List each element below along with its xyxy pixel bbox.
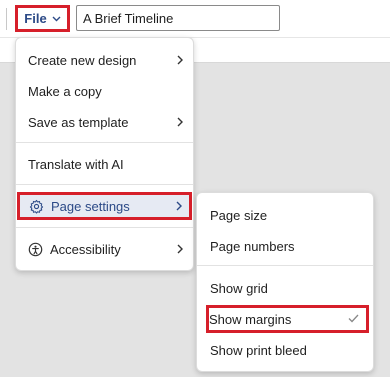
menu-item-label: Accessibility xyxy=(50,241,121,257)
menu-item-create-new-design[interactable]: Create new design xyxy=(16,46,193,74)
chevron-right-icon xyxy=(177,117,183,127)
gear-icon xyxy=(29,199,44,214)
submenu-item-label: Page size xyxy=(210,207,268,223)
menu-item-translate-with-ai[interactable]: Translate with AI xyxy=(16,150,193,178)
menu-separator xyxy=(16,142,193,143)
menu-item-label: Save as template xyxy=(28,114,129,130)
chevron-right-icon xyxy=(177,244,183,254)
menu-item-accessibility[interactable]: Accessibility xyxy=(16,235,193,263)
file-menu-label: File xyxy=(24,11,47,26)
checkmark-icon xyxy=(348,314,359,323)
submenu-item-page-numbers[interactable]: Page numbers xyxy=(197,232,373,260)
submenu-item-label: Show grid xyxy=(210,280,268,296)
menu-separator xyxy=(16,184,193,185)
accessibility-icon xyxy=(28,242,43,256)
chevron-right-icon xyxy=(176,201,182,211)
document-title-text: A Brief Timeline xyxy=(83,10,174,26)
submenu-item-show-grid[interactable]: Show grid xyxy=(197,274,373,302)
menu-separator xyxy=(197,265,373,266)
menu-item-save-as-template[interactable]: Save as template xyxy=(16,108,193,136)
menu-item-label: Make a copy xyxy=(28,83,102,99)
file-menu-button[interactable]: File xyxy=(15,5,70,32)
page-settings-submenu: Page size Page numbers Show grid Show ma… xyxy=(196,192,374,372)
menu-item-label: Create new design xyxy=(28,52,137,68)
submenu-item-page-size[interactable]: Page size xyxy=(197,201,373,229)
submenu-item-show-margins[interactable]: Show margins xyxy=(206,305,369,333)
menu-item-label: Translate with AI xyxy=(28,156,124,172)
document-title-input[interactable]: A Brief Timeline xyxy=(76,5,280,31)
chevron-down-icon xyxy=(52,16,61,21)
menu-separator xyxy=(16,227,193,228)
submenu-item-label: Show margins xyxy=(209,311,292,327)
top-toolbar: File A Brief Timeline xyxy=(0,0,390,37)
menu-item-label: Page settings xyxy=(51,198,130,214)
submenu-item-label: Show print bleed xyxy=(210,342,307,358)
menu-item-page-settings[interactable]: Page settings xyxy=(17,192,192,220)
chevron-right-icon xyxy=(177,55,183,65)
file-menu: Create new design Make a copy Save as te… xyxy=(15,37,194,271)
submenu-item-label: Page numbers xyxy=(210,238,295,254)
toolbar-divider xyxy=(6,8,7,30)
menu-item-make-a-copy[interactable]: Make a copy xyxy=(16,77,193,105)
submenu-item-show-print-bleed[interactable]: Show print bleed xyxy=(197,336,373,364)
